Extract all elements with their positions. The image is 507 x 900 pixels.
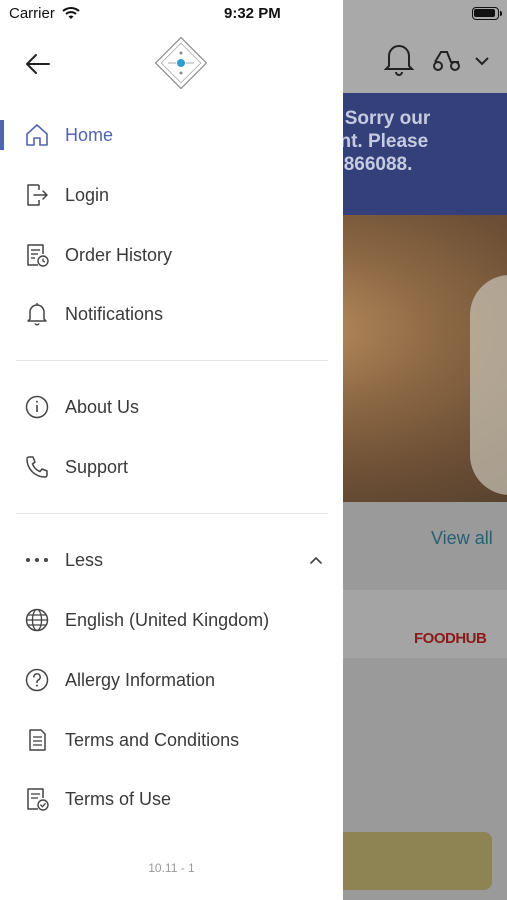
bell-icon [27,303,47,326]
back-arrow-icon[interactable] [24,50,52,78]
menu-item-order-history[interactable]: Order History [0,231,343,279]
restaurant-logo [155,37,207,89]
info-icon [25,395,49,419]
view-all-link[interactable]: View all [431,528,493,549]
photo-plate [470,275,507,495]
menu-item-label: Home [65,124,114,145]
menu-item-notifications[interactable]: Notifications [0,290,343,338]
home-icon [26,124,48,146]
foodhub-logo: FOODHUB [414,630,487,647]
menu-item-label: Terms of Use [65,788,172,809]
menu-item-label: Login [65,184,110,205]
menu-item-login[interactable]: Login [0,171,343,219]
menu-item-label: About Us [65,396,140,417]
phone-icon [26,456,48,478]
clock-label: 9:32 PM [224,5,281,22]
menu-item-label: Less [65,549,104,570]
document-check-icon [27,788,49,811]
globe-icon [25,608,49,632]
menu-item-terms-of-use[interactable]: Terms of Use [0,775,343,823]
header-icons [383,45,489,76]
menu-item-about-us[interactable]: About Us [0,383,343,431]
menu-divider [16,513,328,514]
background-cta-button[interactable] [330,832,492,890]
app-version: 10.11 - 1 [148,861,195,875]
wifi-icon [62,7,80,19]
menu-item-terms-and-conditions[interactable]: Terms and Conditions [0,716,343,764]
menu-item-home[interactable]: Home [0,111,343,159]
order-history-icon [27,244,49,267]
menu-item-language[interactable]: English (United Kingdom) [0,596,343,644]
carrier-label: Carrier [9,5,55,22]
background-card [343,590,507,658]
menu-item-label: Terms and Conditions [65,729,240,750]
chevron-down-icon [475,57,489,66]
more-dots-icon [26,558,48,562]
menu-divider [16,360,328,361]
menu-item-label: Support [65,456,129,477]
menu-item-label: Allergy Information [65,669,216,690]
menu-item-label: Notifications [65,303,164,324]
menu-item-label: English (United Kingdom) [65,609,270,630]
menu-item-support[interactable]: Support [0,443,343,491]
document-icon [29,729,46,751]
login-icon [27,184,48,206]
battery-icon [472,7,499,20]
menu-item-label: Order History [65,244,173,265]
question-icon [25,668,49,692]
navigation-drawer: Carrier 9:32 PM Home Login Order History… [0,0,343,900]
chevron-up-icon[interactable] [308,552,324,568]
delivery-scooter-icon [433,51,460,71]
status-bar: Carrier 9:32 PM [0,0,343,28]
bell-icon [383,45,415,76]
menu-item-allergy-information[interactable]: Allergy Information [0,656,343,704]
menu-item-less[interactable]: Less [0,536,343,584]
